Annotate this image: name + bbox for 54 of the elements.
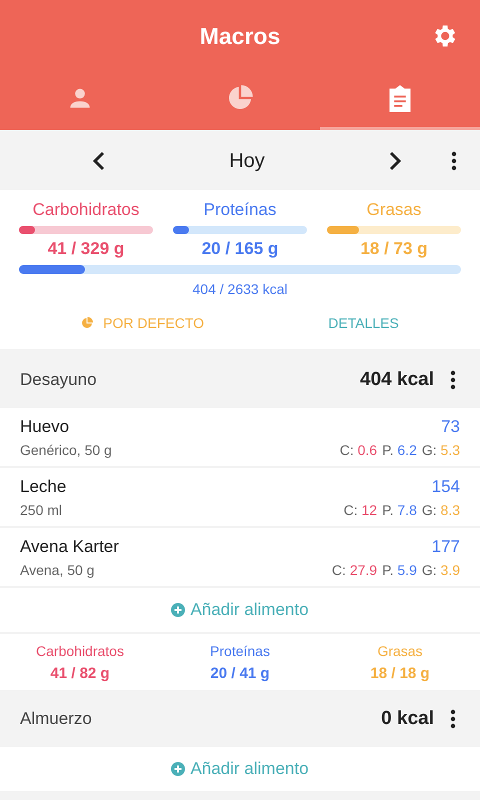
chevron-right-icon <box>388 151 402 171</box>
macro-amount: C: 27.9 <box>332 562 378 578</box>
app-title: Macros <box>200 22 280 50</box>
macro-amount: G: 5.3 <box>422 442 460 458</box>
meal-calories: 0 kcal <box>381 708 434 730</box>
macro-value: 18 / 73 g <box>359 239 429 259</box>
date-label: Hoy <box>228 150 266 172</box>
food-item[interactable]: Avena Karter 177 Avena, 50 g C: 27.9 P. 5.9 G: 3.9 <box>0 528 480 586</box>
macro-label: Grasas <box>366 200 422 220</box>
macro-value: 41 / 82 g <box>50 665 110 682</box>
macro-amount: C: 0.6 <box>340 442 378 458</box>
more-options-icon[interactable] <box>451 151 457 171</box>
food-item[interactable]: Leche 154 250 ml C: 12 P. 7.8 G: 8.3 <box>0 468 480 526</box>
macro-label: Proteínas <box>210 643 270 659</box>
macro-amount: P. 5.9 <box>382 562 417 578</box>
macro-value: 20 / 165 g <box>200 239 280 259</box>
more-options-icon[interactable] <box>450 370 456 390</box>
food-detail: Avena, 50 g <box>20 562 94 578</box>
details-button[interactable]: DETALLES <box>322 309 405 337</box>
food-name: Huevo <box>20 416 70 436</box>
preset-button[interactable]: POR DEFECTO <box>75 309 210 337</box>
macro-label: Carbohidratos <box>36 643 124 659</box>
macro-amount: G: 3.9 <box>422 562 460 578</box>
food-item[interactable]: Huevo 73 Genérico, 50 g C: 0.6 P. 6.2 G: 5.3 <box>0 408 480 466</box>
calories-value: 404 / 2633 kcal <box>192 281 288 297</box>
food-name: Avena Karter <box>20 536 119 556</box>
meal-calories: 404 kcal <box>360 368 434 390</box>
macro-value: 20 / 41 g <box>210 665 270 682</box>
macro-amount: C: 12 <box>344 502 378 518</box>
meal-name: Almuerzo <box>20 708 93 728</box>
add-food-button[interactable]: Añadir alimento <box>165 758 315 780</box>
chevron-left-icon <box>92 151 106 171</box>
food-name: Leche <box>20 476 66 496</box>
macro-value: 41 / 329 g <box>46 239 126 259</box>
macro-amount: P. 6.2 <box>382 442 417 458</box>
food-calories: 73 <box>441 416 460 436</box>
more-options-icon[interactable] <box>450 708 456 728</box>
macro-label: Carbohidratos <box>32 200 140 220</box>
add-icon <box>171 762 186 776</box>
macro-amount: P. 7.8 <box>382 502 417 518</box>
macro-value: 18 / 18 g <box>370 665 430 682</box>
pie-chart-icon <box>81 317 94 329</box>
food-calories: 177 <box>432 536 460 556</box>
macro-label: Proteínas <box>202 200 278 220</box>
add-icon <box>171 603 186 617</box>
food-detail: 250 ml <box>20 502 62 518</box>
clipboard-icon <box>388 84 412 112</box>
food-detail: Genérico, 50 g <box>20 442 112 458</box>
macro-amount: G: 8.3 <box>422 502 460 518</box>
pie-chart-icon <box>226 84 254 112</box>
food-calories: 154 <box>432 476 460 496</box>
meal-name: Desayuno <box>20 370 98 390</box>
macro-label: Grasas <box>377 643 423 659</box>
add-food-button[interactable]: Añadir alimento <box>165 599 315 621</box>
